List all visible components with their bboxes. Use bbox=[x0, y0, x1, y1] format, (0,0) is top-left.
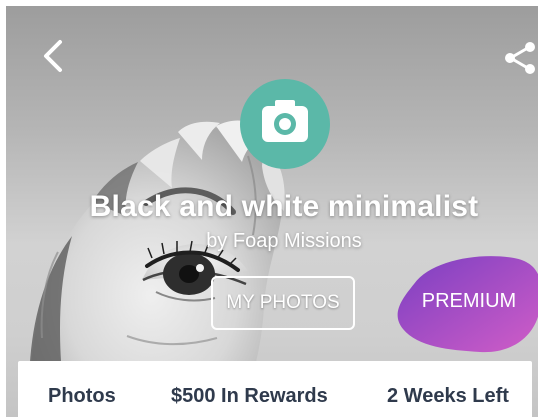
premium-badge-label[interactable]: PREMIUM bbox=[394, 290, 538, 313]
mission-stats-bar: Photos $500 In Rewards 2 Weeks Left bbox=[18, 361, 532, 417]
time-left-stat: 2 Weeks Left bbox=[387, 385, 509, 407]
photos-stat: Photos bbox=[48, 385, 116, 407]
mission-screen: Black and white minimalist by Foap Missi… bbox=[0, 0, 544, 417]
share-icon bbox=[505, 42, 535, 74]
camera-icon bbox=[240, 79, 330, 169]
mission-icon bbox=[240, 79, 330, 169]
rewards-stat: $500 In Rewards bbox=[171, 385, 328, 407]
back-button[interactable] bbox=[36, 36, 72, 76]
mission-title: Black and white minimalist bbox=[89, 190, 479, 223]
share-button[interactable] bbox=[500, 38, 538, 78]
hero-banner: Black and white minimalist by Foap Missi… bbox=[6, 6, 538, 417]
my-photos-button[interactable]: MY PHOTOS bbox=[211, 276, 355, 330]
chevron-left-icon bbox=[44, 40, 62, 72]
